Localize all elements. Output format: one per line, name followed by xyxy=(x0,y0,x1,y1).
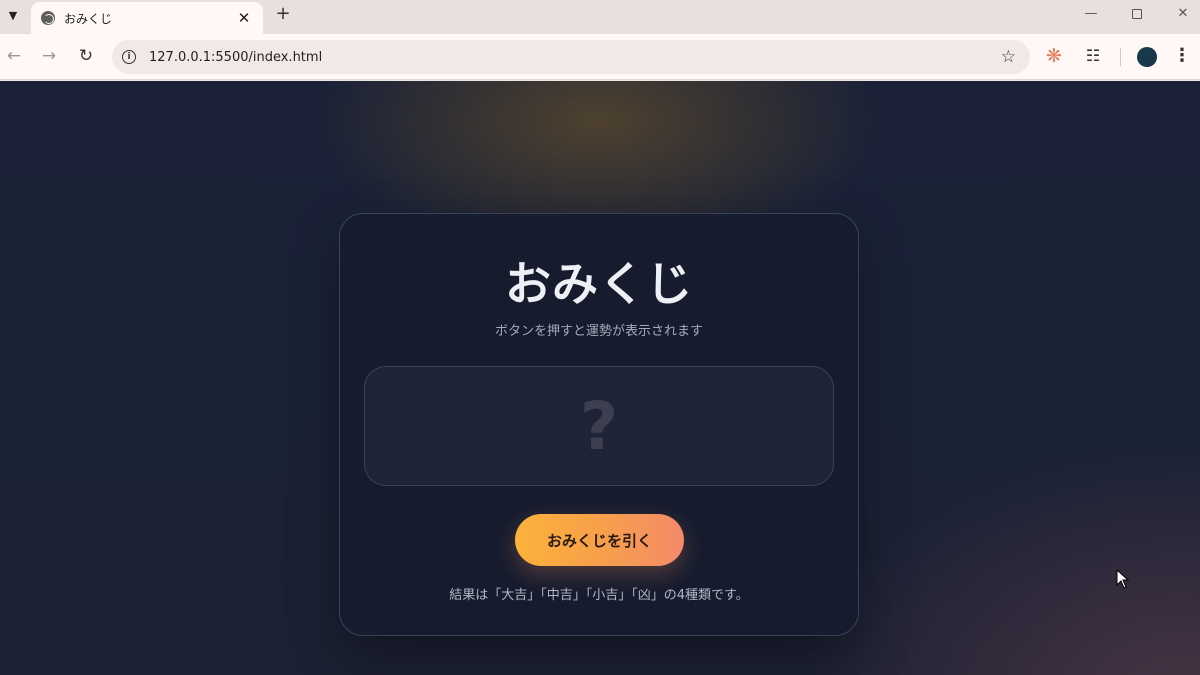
browser-toolbar: ← → ↻ i 127.0.0.1:5500/index.html ☆ ❋ ☷ … xyxy=(0,34,1200,80)
arrow-right-icon[interactable]: → xyxy=(37,45,61,69)
maximize-icon[interactable] xyxy=(1114,4,1160,26)
globe-icon xyxy=(41,11,55,25)
info-icon[interactable]: i xyxy=(122,50,136,64)
mouse-cursor-icon xyxy=(1116,569,1130,589)
new-tab-button[interactable]: + xyxy=(272,4,294,26)
window-close-icon[interactable]: ✕ xyxy=(1160,4,1200,26)
reload-icon[interactable]: ↻ xyxy=(74,45,98,69)
tab-title: おみくじ xyxy=(64,11,113,26)
puzzle-icon[interactable]: ☷ xyxy=(1082,46,1104,68)
page-title: おみくじ xyxy=(505,257,693,311)
browser-tab[interactable]: おみくじ ✕ xyxy=(31,2,263,34)
star-icon[interactable]: ☆ xyxy=(1001,47,1016,67)
result-note: 結果は「大吉」「中吉」「小吉」「凶」の4種類です。 xyxy=(449,588,749,603)
url-text[interactable]: 127.0.0.1:5500/index.html xyxy=(149,50,1001,65)
chevron-down-icon[interactable]: ▼ xyxy=(2,4,24,26)
close-icon[interactable]: ✕ xyxy=(235,9,253,27)
minimize-icon[interactable]: — xyxy=(1068,4,1114,26)
arrow-left-icon[interactable]: ← xyxy=(2,45,26,69)
page-subtitle: ボタンを押すと運勢が表示されます xyxy=(494,324,703,339)
result-box: ? xyxy=(364,366,834,486)
result-placeholder: ? xyxy=(579,387,619,465)
toolbar-divider xyxy=(1120,48,1121,66)
page-viewport: おみくじ ボタンを押すと運勢が表示されます ? おみくじを引く 結果は「大吉」「… xyxy=(0,81,1200,675)
draw-omikuji-button[interactable]: おみくじを引く xyxy=(515,514,684,566)
omikuji-card: おみくじ ボタンを押すと運勢が表示されます ? おみくじを引く 結果は「大吉」「… xyxy=(339,213,859,636)
more-vertical-icon[interactable]: ⋮ xyxy=(1172,45,1192,69)
sun-icon[interactable]: ❋ xyxy=(1046,46,1062,66)
tab-strip: ▼ おみくじ ✕ + — ✕ xyxy=(0,0,1200,34)
address-bar[interactable]: i 127.0.0.1:5500/index.html ☆ xyxy=(112,40,1030,74)
avatar[interactable] xyxy=(1137,47,1157,67)
